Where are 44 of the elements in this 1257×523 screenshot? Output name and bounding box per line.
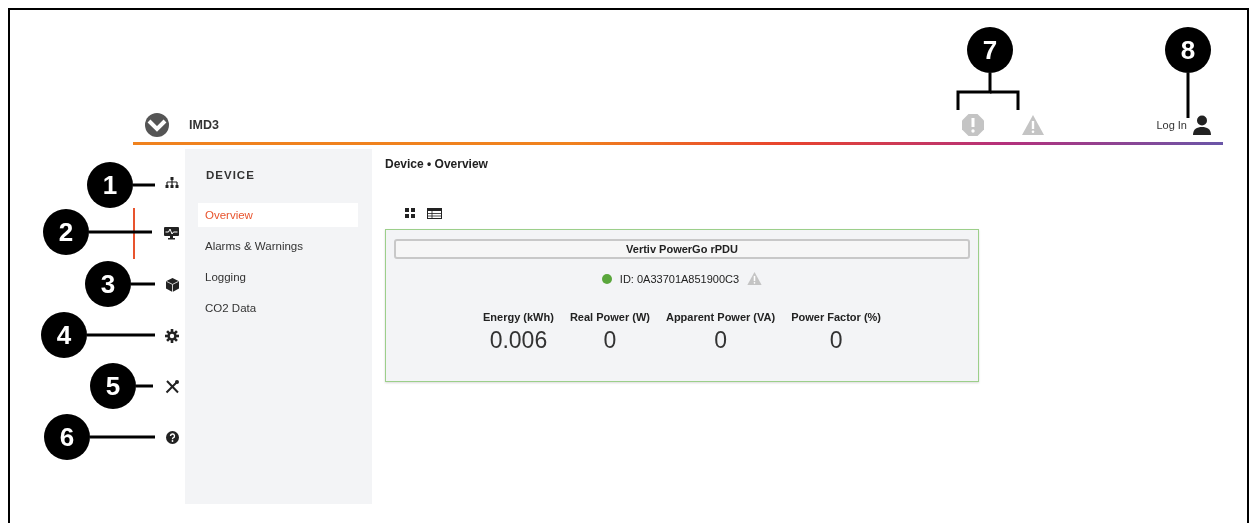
network-icon — [165, 176, 179, 189]
callout-badge: 3 — [85, 261, 131, 307]
help-icon — [166, 431, 179, 444]
tools-icon — [165, 379, 179, 394]
device-id: ID: 0A33701A851900C3 — [619, 272, 740, 285]
submenu-item[interactable]: Overview — [198, 203, 358, 227]
callout-badge: 6 — [44, 414, 90, 460]
leader-line — [1186, 73, 1190, 118]
metric-value: 0.006 — [489, 327, 548, 354]
submenu-item[interactable]: Alarms & Warnings — [198, 234, 358, 258]
grid-view-icon[interactable] — [405, 208, 415, 218]
submenu-item[interactable]: CO2 Data — [198, 296, 358, 320]
leader-line — [90, 435, 155, 439]
leader-line — [87, 333, 155, 337]
logo-icon — [145, 113, 169, 137]
leader-line — [136, 384, 153, 388]
breadcrumb: Device • Overview — [385, 157, 489, 171]
callout-badge: 4 — [41, 312, 87, 358]
login-button[interactable]: Log In — [1156, 115, 1211, 135]
callout-badge: 7 — [967, 27, 1013, 73]
leader-line — [956, 73, 1020, 110]
metric-label: Energy (kWh) — [482, 311, 554, 323]
card-title: Vertiv PowerGo rPDU — [394, 239, 970, 259]
metric-label: Apparent Power (VA) — [665, 311, 776, 323]
metric-label: Power Factor (%) — [791, 311, 881, 323]
leader-line — [131, 282, 155, 286]
cube-icon — [166, 277, 179, 292]
metric-value: 0 — [829, 327, 843, 354]
monitor-icon — [164, 227, 179, 240]
callout-badge: 8 — [1165, 27, 1211, 73]
table-view-icon[interactable] — [427, 207, 442, 219]
metric-label: Real Power (W) — [569, 311, 650, 323]
metric-value: 0 — [603, 327, 617, 354]
product-name: IMD3 — [189, 118, 219, 132]
section-heading: DEVICE — [206, 169, 256, 181]
callout-badge: 5 — [90, 363, 136, 409]
metric-value: 0 — [714, 327, 727, 354]
leader-line — [133, 183, 155, 187]
submenu-item[interactable]: Logging — [198, 265, 358, 289]
gear-icon — [165, 328, 179, 343]
user-icon — [1193, 115, 1211, 135]
callout-badge: 2 — [43, 209, 89, 255]
leader-line — [89, 230, 152, 234]
callout-badge: 1 — [87, 162, 133, 208]
